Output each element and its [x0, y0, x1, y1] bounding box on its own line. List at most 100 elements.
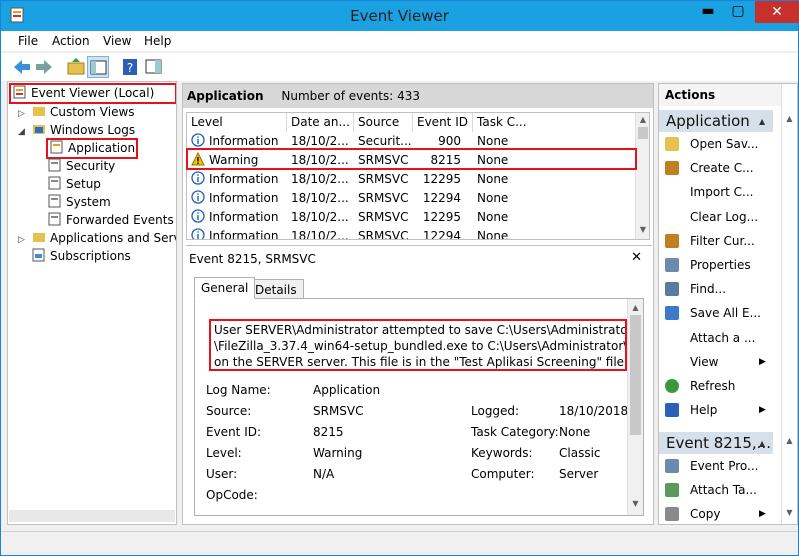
tree-item-windows-logs[interactable]: Windows Logs [32, 121, 135, 139]
action-item[interactable]: Attach Ta... [659, 480, 773, 500]
tree-item-security[interactable]: Security [48, 157, 115, 175]
column-header-event-id[interactable]: Event ID [413, 113, 473, 132]
action-label: Save All E... [690, 306, 761, 321]
collapse-arrow-icon[interactable]: ▲ [759, 433, 765, 455]
horizontal-scrollbar[interactable] [9, 510, 175, 522]
event-date-cell: 18/10/2... [291, 153, 349, 167]
action-item[interactable]: Clear Log... [659, 207, 773, 227]
title-bar[interactable]: Event Viewer ▬ ▢ ✕ [1, 1, 799, 31]
toolbar: ? [1, 53, 798, 81]
tree-item-applications-and-services[interactable]: Applications and Servic [32, 229, 176, 247]
close-button[interactable]: ✕ [755, 1, 799, 23]
tree-item-event-viewer-local[interactable]: Event Viewer (Local) [9, 83, 176, 104]
action-item[interactable]: Filter Cur... [659, 231, 773, 251]
find-icon [665, 282, 679, 297]
action-item[interactable]: Create C... [659, 158, 773, 178]
submenu-arrow-icon: ▶ [759, 356, 766, 367]
event-date-cell: 18/10/2... [291, 191, 349, 205]
scroll-down-icon[interactable]: ▼ [628, 499, 643, 508]
scroll-up-icon[interactable]: ▲ [628, 303, 643, 312]
up-folder-icon[interactable] [65, 56, 87, 78]
event-row[interactable]: Information 18/10/2... SRMSVC 12294 None [187, 189, 635, 208]
event-row[interactable]: Information 18/10/2... SRMSVC 12294 None [187, 227, 635, 239]
action-item[interactable]: Copy ▶ [659, 504, 773, 524]
folder-open-icon [33, 125, 45, 134]
action-label: Create C... [690, 161, 754, 176]
menu-action[interactable]: Action [52, 34, 90, 48]
back-arrow-icon[interactable] [11, 56, 33, 78]
minimize-button[interactable]: ▬ [695, 1, 721, 23]
action-item[interactable]: Open Sav... [659, 134, 773, 154]
event-level-cell: Information [191, 208, 287, 227]
scroll-up-icon[interactable]: ▲ [782, 436, 797, 445]
scroll-thumb[interactable] [638, 127, 648, 139]
task-category-value: None [559, 425, 591, 439]
show-hide-action-pane-icon[interactable] [143, 56, 165, 78]
detail-scrollbar[interactable]: ▲ ▼ [627, 299, 643, 515]
actions-scrollbar[interactable]: ▲ ▲ ▼ [781, 84, 797, 524]
event-row[interactable]: Information 18/10/2... SRMSVC 12295 None [187, 208, 635, 227]
menu-view[interactable]: View [103, 34, 131, 48]
log-header: Application Number of events: 433 [183, 84, 653, 108]
tree-item-system[interactable]: System [48, 193, 111, 211]
log-icon [48, 176, 61, 190]
action-item[interactable]: Help ▶ [659, 400, 773, 420]
action-label: Clear Log... [690, 209, 759, 224]
scroll-thumb[interactable] [630, 315, 641, 435]
properties-icon [665, 258, 679, 272]
event-source-cell: SRMSVC [358, 172, 409, 186]
close-detail-icon[interactable]: ✕ [631, 250, 642, 265]
tree-label: Windows Logs [50, 123, 136, 137]
level-label: Level: [206, 446, 242, 460]
show-hide-console-tree-icon[interactable] [87, 56, 109, 78]
info-icon [191, 190, 205, 204]
expand-arrow-icon[interactable]: ▷ [18, 235, 25, 245]
tree-item-forwarded-events[interactable]: Forwarded Events [48, 211, 174, 229]
action-label: Filter Cur... [690, 233, 755, 248]
tree-item-application[interactable]: Application [46, 138, 138, 159]
tree-item-setup[interactable]: Setup [48, 175, 101, 193]
action-item[interactable]: Attach a ... [659, 328, 773, 348]
collapse-arrow-icon[interactable]: ◢ [18, 127, 25, 137]
tree-item-subscriptions[interactable]: Subscriptions [32, 247, 131, 265]
scroll-down-icon[interactable]: ▼ [636, 225, 649, 234]
column-header-level[interactable]: Level [187, 113, 287, 132]
scroll-down-icon[interactable]: ▼ [782, 508, 797, 517]
menu-help[interactable]: Help [144, 34, 171, 48]
action-item[interactable]: Refresh [659, 376, 773, 396]
event-level-text: Warning [209, 153, 259, 167]
event-row[interactable]: Warning 18/10/2... SRMSVC 8215 None [187, 151, 635, 170]
action-item[interactable]: Properties [659, 255, 773, 275]
maximize-button[interactable]: ▢ [725, 1, 751, 23]
action-item[interactable]: Save All E... [659, 303, 773, 323]
menu-file[interactable]: File [18, 34, 38, 48]
keywords-value: Classic [559, 446, 601, 460]
event-row[interactable]: Information 18/10/2... Securit... 900 None [187, 132, 635, 151]
event-row[interactable]: Information 18/10/2... SRMSVC 12295 None [187, 170, 635, 189]
column-header-task-category[interactable]: Task C... [473, 113, 635, 132]
scroll-up-icon[interactable]: ▲ [782, 114, 797, 123]
event-id-cell: 12294 [422, 191, 461, 205]
actions-pane: Actions Application ▲ Open Sav... Create C… [658, 83, 798, 525]
forward-arrow-icon[interactable] [33, 56, 55, 78]
column-header-source[interactable]: Source [354, 113, 413, 132]
actions-section-application[interactable]: Application ▲ [659, 110, 773, 132]
tree-item-custom-views[interactable]: Custom Views [32, 103, 135, 121]
tab-general[interactable]: General [194, 277, 256, 299]
action-item[interactable]: Find... [659, 279, 773, 299]
expand-arrow-icon[interactable]: ▷ [18, 109, 25, 119]
info-icon [191, 209, 205, 223]
event-source-cell: SRMSVC [358, 191, 409, 205]
scroll-up-icon[interactable]: ▲ [636, 115, 649, 124]
column-header-date[interactable]: Date an... [287, 113, 354, 132]
help-icon[interactable]: ? [119, 56, 141, 78]
tab-details[interactable]: Details [248, 279, 304, 299]
events-scrollbar[interactable]: ▲ ▼ [635, 113, 649, 239]
action-item[interactable]: Event Pro... [659, 456, 773, 476]
action-item[interactable]: Import C... [659, 182, 773, 202]
help-icon [665, 403, 679, 418]
action-label: Refresh [690, 379, 736, 393]
action-item[interactable]: View ▶ [659, 352, 773, 372]
actions-section-event[interactable]: Event 8215,... ▲ [659, 432, 773, 454]
collapse-arrow-icon[interactable]: ▲ [759, 111, 765, 133]
